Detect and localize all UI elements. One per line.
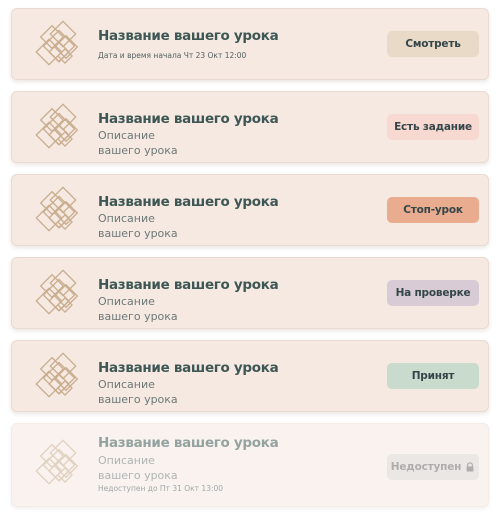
diamond-logo-icon — [35, 439, 79, 485]
diamond-logo-icon — [35, 186, 79, 232]
lesson-description: Описание вашего урока — [98, 129, 178, 157]
lesson-unavailable-until: Недоступен до Пт 31 Окт 13:00 — [98, 484, 224, 493]
watch-button-label: Смотреть — [405, 38, 461, 50]
stop-lesson-button[interactable]: Стоп-урок — [387, 197, 479, 223]
lesson-card-locked: Название вашего урока Описание вашего ур… — [11, 423, 489, 507]
unavailable-button-label: Недоступен — [390, 461, 462, 473]
lesson-title: Название вашего урока — [98, 277, 279, 293]
lesson-description: Описание вашего урока — [98, 454, 178, 482]
lesson-title: Название вашего урока — [98, 435, 279, 451]
lesson-description: Описание вашего урока — [98, 295, 178, 323]
lesson-card: Название вашего урока Описание вашего ур… — [11, 91, 489, 163]
lock-icon — [466, 462, 474, 472]
lesson-title: Название вашего урока — [98, 360, 279, 376]
lesson-card: Название вашего урока Описание вашего ур… — [11, 257, 489, 329]
lesson-card: Название вашего урока Описание вашего ур… — [11, 340, 489, 412]
lesson-card: Название вашего урока Описание вашего ур… — [11, 174, 489, 246]
under-review-button[interactable]: На проверке — [387, 280, 479, 306]
accepted-button-label: Принят — [411, 370, 455, 382]
unavailable-button: Недоступен — [387, 454, 479, 480]
diamond-logo-icon — [35, 352, 79, 398]
lesson-card: Название вашего урока Дата и время начал… — [11, 8, 489, 80]
diamond-logo-icon — [35, 103, 79, 149]
watch-button[interactable]: Смотреть — [387, 31, 479, 57]
lesson-description: Описание вашего урока — [98, 378, 178, 406]
stop-lesson-button-label: Стоп-урок — [403, 204, 463, 216]
has-task-button[interactable]: Есть задание — [387, 114, 479, 140]
lesson-start-time: Дата и время начала Чт 23 Окт 12:00 — [98, 51, 247, 60]
lesson-title: Название вашего урока — [98, 194, 279, 210]
lesson-description: Описание вашего урока — [98, 212, 178, 240]
under-review-button-label: На проверке — [395, 287, 471, 299]
diamond-logo-icon — [35, 269, 79, 315]
accepted-button[interactable]: Принят — [387, 363, 479, 389]
diamond-logo-icon — [35, 20, 79, 66]
lesson-title: Название вашего урока — [98, 111, 279, 127]
lesson-title: Название вашего урока — [98, 28, 279, 44]
has-task-button-label: Есть задание — [394, 121, 472, 133]
